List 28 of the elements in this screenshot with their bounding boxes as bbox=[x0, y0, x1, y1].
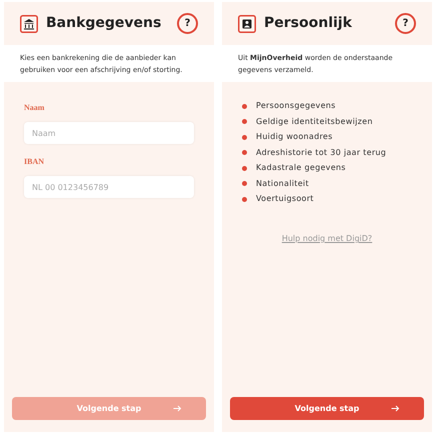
help-button[interactable]: ? bbox=[177, 13, 198, 34]
input-field[interactable]: Naam bbox=[24, 122, 194, 144]
bullet-icon bbox=[242, 119, 247, 124]
input-field[interactable]: NL 00 0123456789 bbox=[24, 176, 194, 198]
screen-title: Bankgegevens bbox=[46, 14, 162, 33]
bullet-icon bbox=[242, 134, 247, 140]
list-item: Kadastrale gegevens bbox=[256, 162, 346, 174]
bullet-icon bbox=[242, 104, 247, 108]
bullet-icon bbox=[242, 181, 247, 186]
field-label: IBAN bbox=[24, 156, 46, 168]
next-step-button[interactable]: Volgende stap bbox=[230, 397, 424, 420]
list-item: Geldige identiteitsbewijzen bbox=[256, 116, 373, 128]
bullet-icon bbox=[242, 150, 247, 155]
list-item: Huidig woonadres bbox=[256, 131, 333, 143]
arrow-right-icon bbox=[173, 405, 182, 412]
list-item: Voertuigsoort bbox=[256, 193, 314, 205]
help-link[interactable]: Hulp nodig met DigiD? bbox=[282, 233, 372, 245]
help-button[interactable]: ? bbox=[395, 13, 416, 34]
screen-title: Persoonlijk bbox=[264, 14, 352, 33]
person-icon bbox=[238, 14, 256, 32]
list-item: Persoonsgegevens bbox=[256, 100, 336, 112]
list-item: Nationaliteit bbox=[256, 178, 309, 190]
arrow-right-icon bbox=[391, 405, 400, 412]
bank-icon bbox=[20, 14, 38, 32]
field-label: Naam bbox=[24, 102, 46, 114]
list-item: Adreshistorie tot 30 jaar terug bbox=[256, 146, 386, 158]
bullet-icon bbox=[242, 196, 247, 202]
bullet-icon bbox=[242, 166, 247, 170]
